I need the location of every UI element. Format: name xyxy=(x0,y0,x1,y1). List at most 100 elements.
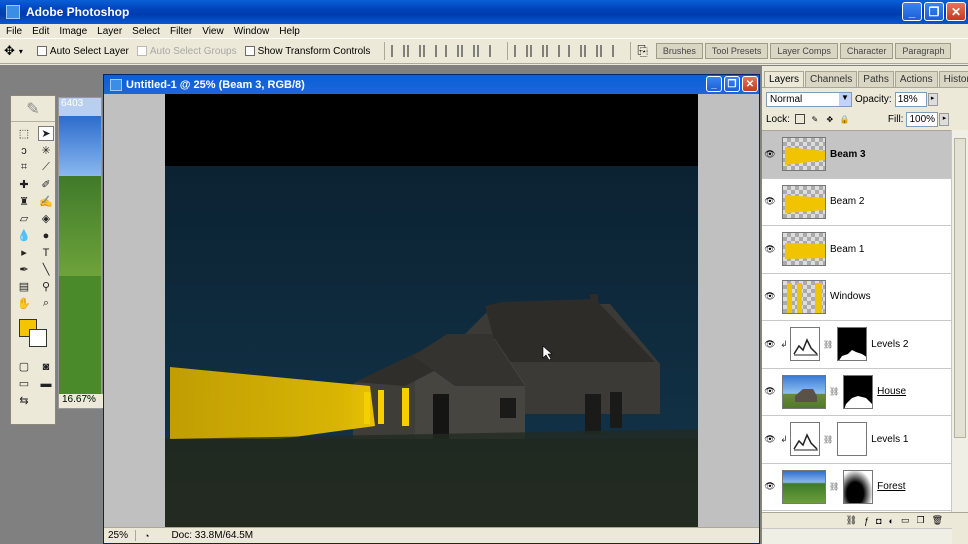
doc-close-button[interactable]: ✕ xyxy=(742,76,758,92)
clone-stamp-icon[interactable]: ♜ xyxy=(16,194,32,209)
distribute-top-icon[interactable] xyxy=(514,45,529,57)
well-tab-layer-comps[interactable]: Layer Comps xyxy=(770,43,838,59)
doc-minimize-button[interactable]: _ xyxy=(706,76,722,92)
visibility-eye-icon[interactable]: 👁 xyxy=(762,149,778,160)
distribute-left-icon[interactable] xyxy=(568,45,583,57)
feather-logo-icon[interactable]: ✎ xyxy=(11,96,55,122)
eraser-tool-icon[interactable]: ▱ xyxy=(16,211,32,226)
quick-mask-icon[interactable]: ◙ xyxy=(38,359,54,374)
link-icon[interactable]: ⛓ xyxy=(823,435,833,444)
layer-name[interactable]: Levels 2 xyxy=(871,339,908,350)
visibility-eye-icon[interactable]: 👁 xyxy=(762,481,778,492)
menu-help[interactable]: Help xyxy=(279,26,300,37)
notes-tool-icon[interactable]: ▤ xyxy=(16,279,32,294)
menu-edit[interactable]: Edit xyxy=(32,26,49,37)
show-transform-controls-checkbox[interactable]: Show Transform Controls xyxy=(244,46,370,57)
scrollbar-thumb[interactable] xyxy=(954,138,966,438)
full-screen-icon[interactable]: ▬ xyxy=(38,376,54,391)
lock-transparent-icon[interactable] xyxy=(794,114,805,124)
fill-slider-button[interactable]: ▸ xyxy=(939,112,950,126)
align-hcenter-icon[interactable] xyxy=(461,45,476,57)
layer-name[interactable]: Beam 2 xyxy=(830,196,864,207)
visibility-eye-icon[interactable]: 👁 xyxy=(762,244,778,255)
layer-row-beam-3[interactable]: 👁 Beam 3 xyxy=(762,131,951,179)
lasso-tool-icon[interactable]: ↄ xyxy=(16,143,32,158)
menu-file[interactable]: File xyxy=(6,26,22,37)
tab-actions[interactable]: Actions xyxy=(894,71,938,87)
layer-name[interactable]: House xyxy=(877,386,906,397)
layer-row-beam-2[interactable]: 👁 Beam 2 xyxy=(762,179,951,226)
fill-input[interactable]: 100% xyxy=(906,111,939,127)
layer-style-icon[interactable]: ƒ xyxy=(864,516,869,526)
background-doc-zoom[interactable]: 16.67% xyxy=(59,394,103,408)
link-icon[interactable]: ⛓ xyxy=(823,340,833,349)
adjustment-layer-icon[interactable]: ◐ xyxy=(889,516,894,526)
move-tool-icon[interactable]: ➤ xyxy=(38,126,54,141)
history-brush-icon[interactable]: ✍ xyxy=(38,194,54,209)
menu-layer[interactable]: Layer xyxy=(97,26,122,37)
background-document-window[interactable]: 6403 16.67% xyxy=(58,97,103,409)
visibility-eye-icon[interactable]: 👁 xyxy=(762,196,778,207)
align-vcenter-icon[interactable] xyxy=(407,45,422,57)
new-layer-icon[interactable]: ❐ xyxy=(916,515,924,526)
distribute-right-icon[interactable] xyxy=(600,45,615,57)
path-selection-icon[interactable]: ▸ xyxy=(16,245,32,260)
layer-name[interactable]: Windows xyxy=(830,291,871,302)
background-color-swatch[interactable] xyxy=(29,329,47,347)
auto-select-layer-checkbox[interactable]: Auto Select Layer xyxy=(36,46,129,57)
layer-name[interactable]: Forest xyxy=(877,481,905,492)
blur-tool-icon[interactable]: 💧 xyxy=(16,228,32,243)
blend-mode-select[interactable]: Normal ▼ xyxy=(766,91,852,107)
lock-all-icon[interactable]: 🔒 xyxy=(840,114,850,124)
layer-row-levels-1[interactable]: 👁 ↲ ⛓ Levels 1 xyxy=(762,416,951,464)
screen-mode-icon[interactable]: ▭ xyxy=(16,376,32,391)
layer-row-beam-1[interactable]: 👁 Beam 1 xyxy=(762,226,951,274)
healing-brush-icon[interactable]: ✚ xyxy=(16,177,32,192)
add-mask-icon[interactable]: ◘ xyxy=(876,516,881,526)
zoom-tool-icon[interactable]: ⌕ xyxy=(38,296,54,311)
menu-filter[interactable]: Filter xyxy=(170,26,192,37)
eyedropper-tool-icon[interactable]: ⚲ xyxy=(38,279,54,294)
well-tab-character[interactable]: Character xyxy=(839,43,894,59)
visibility-eye-icon[interactable]: 👁 xyxy=(762,434,778,445)
minimize-button[interactable]: _ xyxy=(902,2,922,21)
distribute-bottom-icon[interactable] xyxy=(546,45,561,57)
type-tool-icon[interactable]: T xyxy=(38,245,54,260)
layer-row-forest[interactable]: 👁 ⛓ Forest xyxy=(762,464,951,511)
pen-tool-icon[interactable]: ✒ xyxy=(16,262,32,277)
well-tab-paragraph[interactable]: Paragraph xyxy=(895,43,952,59)
standard-mode-icon[interactable]: ▢ xyxy=(16,359,32,374)
magic-wand-tool-icon[interactable]: ✳ xyxy=(38,143,54,158)
brush-tool-icon[interactable]: ✐ xyxy=(38,177,54,192)
new-group-icon[interactable]: ▭ xyxy=(901,515,910,526)
hand-tool-icon[interactable]: ✋ xyxy=(16,296,32,311)
imageready-icon[interactable]: ⇆ xyxy=(16,393,32,408)
lock-position-icon[interactable]: ✥ xyxy=(825,114,835,124)
distribute-hcenter-icon[interactable] xyxy=(584,45,599,57)
menu-view[interactable]: View xyxy=(202,26,224,37)
layer-row-house[interactable]: 👁 ⛓ House xyxy=(762,369,951,416)
document-zoom-field[interactable]: 25% xyxy=(104,530,136,541)
layer-row-windows[interactable]: 👁 Windows xyxy=(762,274,951,321)
move-tool-preset-picker[interactable]: ✥ ▾ xyxy=(4,43,23,59)
tab-layers[interactable]: Layers xyxy=(764,71,805,87)
line-tool-icon[interactable]: ╲ xyxy=(38,262,54,277)
well-tab-brushes[interactable]: Brushes xyxy=(655,43,703,59)
artwork-canvas[interactable] xyxy=(165,94,698,527)
doc-restore-button[interactable]: ❐ xyxy=(724,76,740,92)
visibility-eye-icon[interactable]: 👁 xyxy=(762,386,778,397)
well-tab-tool-presets[interactable]: Tool Presets xyxy=(704,43,769,59)
align-top-icon[interactable] xyxy=(391,45,406,57)
layers-scrollbar[interactable] xyxy=(951,130,968,512)
layer-row-levels-2[interactable]: 👁 ↲ ⛓ Levels 2 xyxy=(762,321,951,369)
canvas-area[interactable] xyxy=(104,94,759,527)
link-layers-icon[interactable]: ⛓ xyxy=(846,515,857,526)
opacity-slider-button[interactable]: ▸ xyxy=(927,92,938,106)
marquee-tool-icon[interactable]: ⬚ xyxy=(16,126,32,141)
align-right-icon[interactable] xyxy=(477,45,492,57)
layer-name[interactable]: Levels 1 xyxy=(871,434,908,445)
tab-paths[interactable]: Paths xyxy=(858,71,894,87)
opacity-input[interactable]: 18% xyxy=(894,91,927,107)
go-to-bridge-icon[interactable]: ⎘ xyxy=(637,43,647,59)
crop-tool-icon[interactable]: ⌗ xyxy=(16,160,32,175)
